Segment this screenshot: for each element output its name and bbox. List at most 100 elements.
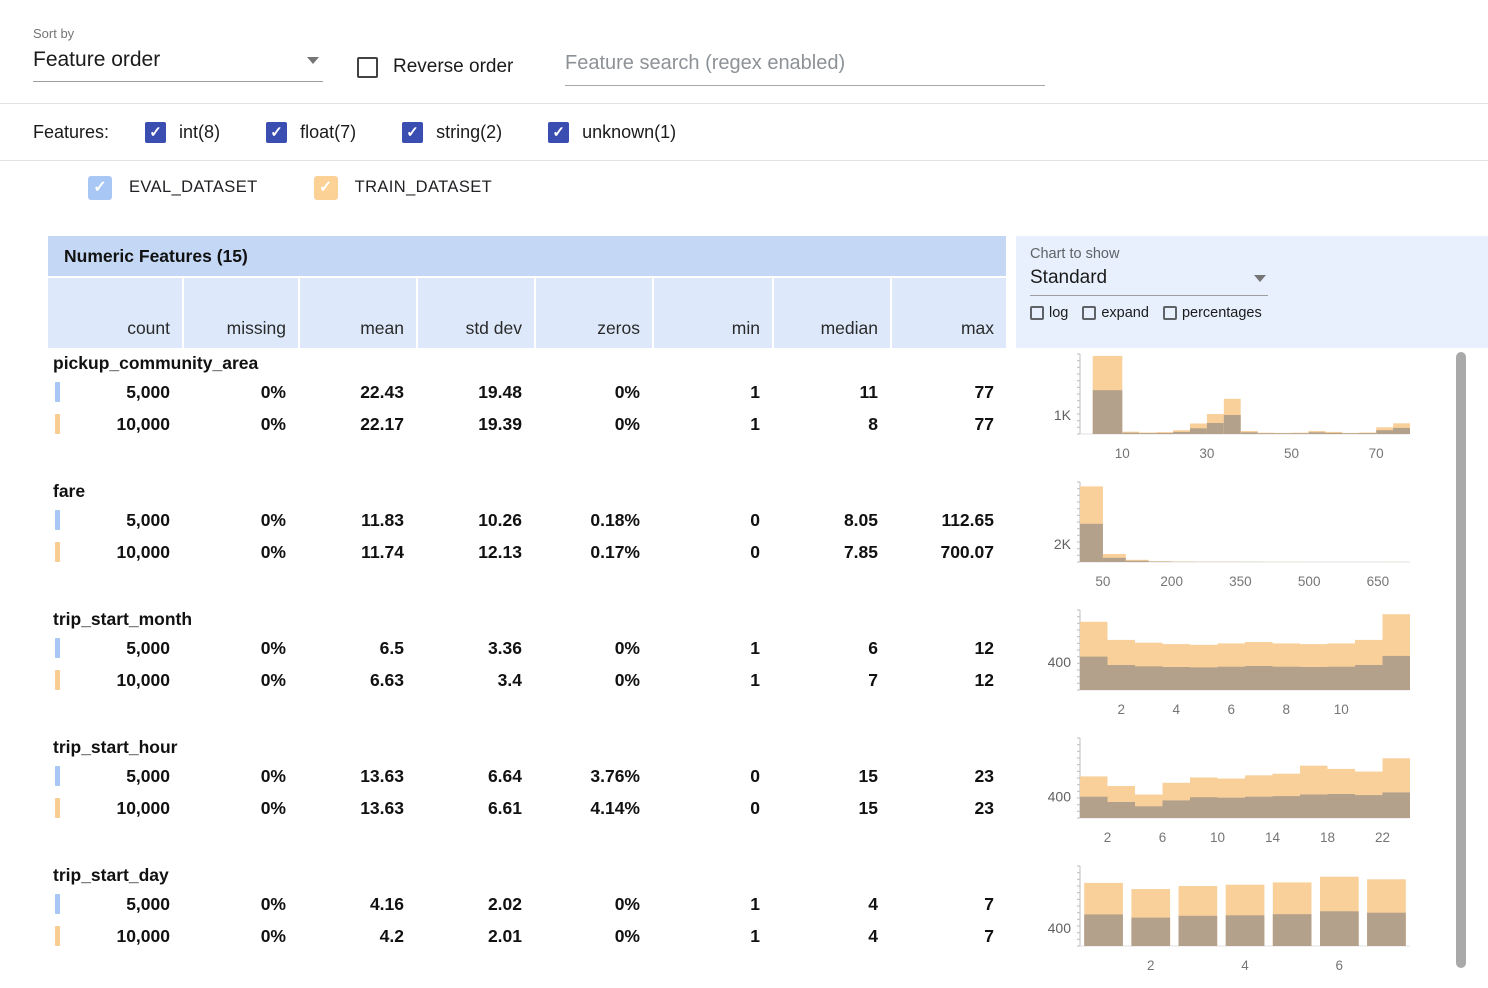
svg-text:200: 200 (1160, 574, 1183, 589)
svg-text:8: 8 (1283, 702, 1291, 717)
feature-block-trip_start_hour: trip_start_hour5,0000%13.636.643.76%0152… (48, 732, 1488, 860)
stat-missing: 0% (184, 382, 298, 403)
stat-max: 7 (892, 926, 1006, 947)
column-header-max: max (892, 278, 1006, 348)
sort-by-select[interactable]: Feature order (33, 43, 323, 82)
checkbox-unchecked-icon[interactable] (357, 57, 378, 78)
column-header-count: count (48, 278, 182, 348)
svg-text:50: 50 (1095, 574, 1110, 589)
stat-median: 4 (774, 926, 890, 947)
column-header-missing: missing (184, 278, 298, 348)
reverse-order-checkbox[interactable]: Reverse order (357, 56, 513, 78)
chart-toggle-expand[interactable]: expand (1082, 305, 1149, 321)
stat-missing: 0% (184, 510, 298, 531)
chart-type-select[interactable]: Standard (1030, 262, 1268, 296)
dropdown-arrow-icon (1254, 275, 1266, 282)
stat-min: 1 (654, 382, 772, 403)
chart-toggle-log[interactable]: log (1030, 305, 1068, 321)
stat-count: 10,000 (48, 926, 182, 947)
scrollbar-track[interactable] (1455, 352, 1467, 968)
stat-median: 7.85 (774, 542, 890, 563)
numeric-features-title: Numeric Features (15) (64, 246, 248, 267)
column-header-zeros: zeros (536, 278, 652, 348)
stat-max: 23 (892, 798, 1006, 819)
stat-zeros: 0.17% (536, 542, 652, 563)
svg-text:4: 4 (1241, 958, 1249, 973)
stat-min: 1 (654, 894, 772, 915)
filter-item-float[interactable]: float(7) (266, 122, 356, 143)
checkbox-checked-icon[interactable] (145, 122, 166, 143)
stat-max: 700.07 (892, 542, 1006, 563)
dataset-legend-label: EVAL_DATASET (129, 178, 258, 197)
stat-mean: 6.5 (300, 638, 416, 659)
train-swatch (55, 670, 60, 690)
filter-item-label: int(8) (179, 122, 220, 143)
stat-mean: 11.74 (300, 542, 416, 563)
feature-block-fare: fare5,0000%11.8310.260.18%08.05112.6510,… (48, 476, 1488, 604)
chart-to-show-label: Chart to show (1030, 246, 1488, 262)
numeric-features-header: Numeric Features (15) (48, 236, 1006, 276)
checkbox-checked-icon[interactable] (548, 122, 569, 143)
svg-text:50: 50 (1284, 446, 1299, 461)
checkbox-checked-icon[interactable] (266, 122, 287, 143)
filter-item-unknown[interactable]: unknown(1) (548, 122, 676, 143)
sort-by-label: Sort by (33, 26, 323, 41)
scrollbar-thumb[interactable] (1456, 352, 1466, 968)
dataset-legend-label: TRAIN_DATASET (355, 178, 493, 197)
checkbox-unchecked-icon[interactable] (1082, 306, 1096, 320)
filter-item-int[interactable]: int(8) (145, 122, 220, 143)
stat-count: 5,000 (48, 766, 182, 787)
stat-zeros: 0.18% (536, 510, 652, 531)
train-swatch (55, 798, 60, 818)
histogram-chart: 4002610141822 (1006, 732, 1476, 860)
filter-items: int(8) float(7) string(2) unknown(1) (145, 122, 722, 143)
chart-toggles: log expand percentages (1030, 305, 1488, 321)
feature-histogram: 2K50200350500650 (1006, 476, 1476, 598)
stat-count: 5,000 (48, 638, 182, 659)
stat-count: 10,000 (48, 414, 182, 435)
feature-search-input[interactable] (565, 48, 1045, 86)
stat-max: 112.65 (892, 510, 1006, 531)
feature-rows: pickup_community_area5,0000%22.4319.480%… (48, 348, 1488, 988)
stat-median: 7 (774, 670, 890, 691)
chart-toggle-percentages[interactable]: percentages (1163, 305, 1262, 321)
dataset-legend-train_dataset[interactable]: TRAIN_DATASET (314, 176, 493, 200)
stat-missing: 0% (184, 926, 298, 947)
stat-max: 7 (892, 894, 1006, 915)
feature-block-trip_start_day: trip_start_day5,0000%4.162.020%14710,000… (48, 860, 1488, 988)
dataset-legend-eval_dataset[interactable]: EVAL_DATASET (88, 176, 258, 200)
stat-missing: 0% (184, 542, 298, 563)
eval-swatch (55, 510, 60, 530)
svg-text:2: 2 (1118, 702, 1126, 717)
checkbox-checked-icon[interactable] (402, 122, 423, 143)
stat-max: 12 (892, 670, 1006, 691)
stat-min: 1 (654, 638, 772, 659)
stat-std-dev: 19.39 (418, 414, 534, 435)
stat-std-dev: 3.36 (418, 638, 534, 659)
stat-count: 10,000 (48, 798, 182, 819)
sort-by-value: Feature order (33, 48, 160, 72)
checkbox-unchecked-icon[interactable] (1030, 306, 1044, 320)
stat-std-dev: 12.13 (418, 542, 534, 563)
stat-mean: 13.63 (300, 798, 416, 819)
svg-text:400: 400 (1048, 654, 1072, 670)
filter-item-string[interactable]: string(2) (402, 122, 502, 143)
svg-text:70: 70 (1369, 446, 1384, 461)
filter-item-label: float(7) (300, 122, 356, 143)
checkbox-checked-icon[interactable] (314, 176, 338, 200)
feature-type-filter-row: Features: int(8) float(7) string(2) unknown… (0, 104, 1488, 161)
svg-text:10: 10 (1334, 702, 1349, 717)
stat-std-dev: 6.61 (418, 798, 534, 819)
feature-histogram: 400246 (1006, 860, 1476, 982)
svg-text:6: 6 (1228, 702, 1236, 717)
stat-min: 1 (654, 926, 772, 947)
svg-text:14: 14 (1265, 830, 1281, 845)
stat-missing: 0% (184, 798, 298, 819)
top-toolbar: Sort by Feature order Reverse order (0, 0, 1488, 104)
features-caption: Features: (33, 122, 109, 143)
eval-swatch (55, 382, 60, 402)
checkbox-checked-icon[interactable] (88, 176, 112, 200)
column-header-min: min (654, 278, 772, 348)
eval-swatch (55, 766, 60, 786)
checkbox-unchecked-icon[interactable] (1163, 306, 1177, 320)
